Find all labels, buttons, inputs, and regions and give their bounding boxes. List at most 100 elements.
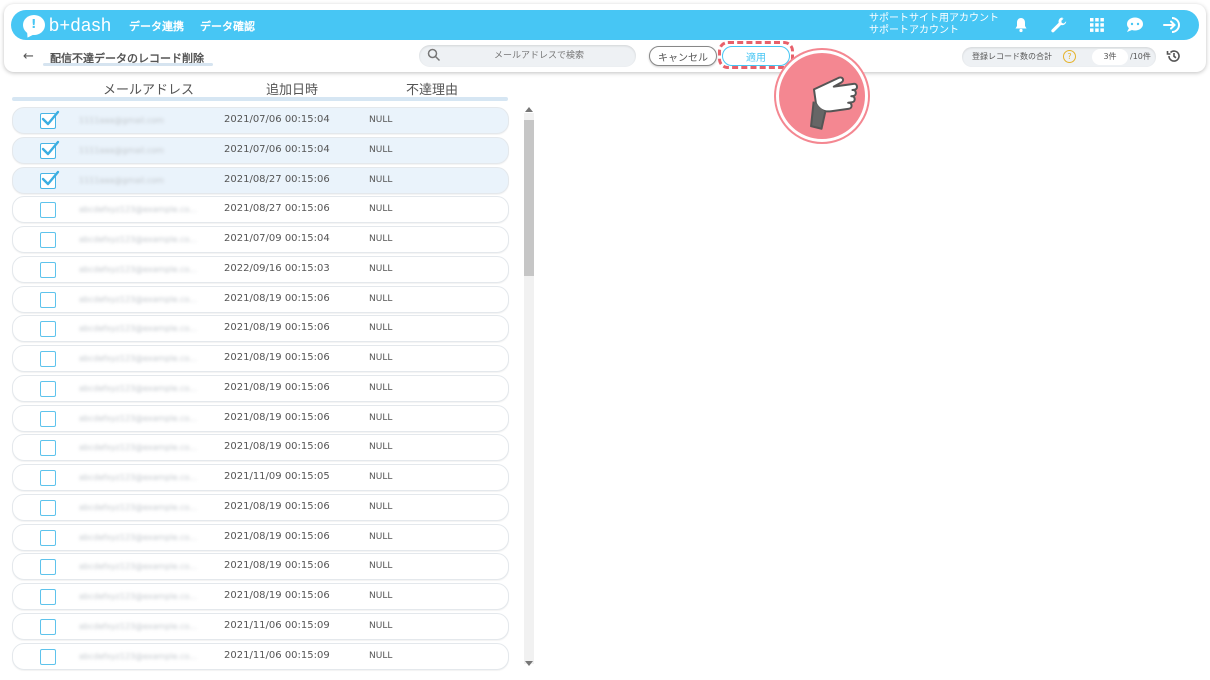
table-row[interactable]: abcdefxyz123@example.co... 2021/11/06 00:…: [12, 642, 509, 670]
selected-count: 3件: [1092, 49, 1128, 65]
table-row[interactable]: abcdefxyz123@example.co... 2021/08/19 00:…: [12, 434, 509, 462]
chat-icon[interactable]: [1125, 15, 1145, 35]
row-reason: NULL: [369, 591, 393, 601]
brand-name: b+dash: [49, 14, 112, 35]
scroll-thumb[interactable]: [524, 120, 534, 276]
cancel-button[interactable]: キャンセル: [649, 46, 717, 66]
table-row[interactable]: abcdefxyz123@example.co... 2022/09/16 00:…: [12, 255, 509, 283]
table-row[interactable]: 1111aaa@gmail.com 2021/07/06 00:15:04 NULL: [12, 136, 509, 164]
row-datetime: 2021/11/09 00:15:05: [224, 471, 330, 482]
checkmark-icon: [41, 140, 60, 155]
row-checkbox[interactable]: [40, 648, 56, 665]
row-email: abcdefxyz123@example.co...: [79, 443, 197, 453]
row-email: 1111aaa@gmail.com: [79, 175, 164, 185]
table-row[interactable]: abcdefxyz123@example.co... 2021/08/19 00:…: [12, 553, 509, 581]
grid-icon[interactable]: [1087, 15, 1107, 35]
table-row[interactable]: 1111aaa@gmail.com 2021/07/06 00:15:04 NULL: [12, 107, 509, 134]
scroll-down-arrow[interactable]: [525, 661, 533, 666]
table-row[interactable]: abcdefxyz123@example.co... 2021/11/06 00:…: [12, 612, 509, 640]
back-arrow-icon[interactable]: ←: [23, 49, 34, 64]
top-nav: データ連携 データ確認: [129, 18, 255, 34]
row-reason: NULL: [369, 442, 393, 453]
logout-icon[interactable]: [1163, 15, 1183, 35]
row-reason: NULL: [369, 412, 393, 423]
row-reason: NULL: [369, 293, 393, 304]
row-checkbox[interactable]: [40, 618, 56, 635]
row-datetime: 2021/08/19 00:15:06: [224, 590, 330, 601]
wrench-icon[interactable]: [1049, 15, 1069, 35]
page-title-underline: [43, 63, 213, 66]
row-checkbox[interactable]: [40, 380, 56, 397]
row-datetime: 2021/07/06 00:15:04: [224, 114, 330, 125]
table-row[interactable]: abcdefxyz123@example.co... 2021/08/19 00:…: [12, 493, 509, 521]
row-email: 1111aaa@gmail.com: [79, 145, 164, 155]
table-header-divider: [12, 97, 508, 101]
table-row[interactable]: abcdefxyz123@example.co... 2021/08/19 00:…: [12, 404, 509, 432]
row-datetime: 2021/08/27 00:15:06: [224, 203, 330, 215]
col-datetime-header[interactable]: 追加日時: [266, 79, 318, 98]
row-checkbox[interactable]: [40, 470, 56, 486]
row-checkbox[interactable]: [40, 529, 56, 546]
row-checkbox[interactable]: [40, 410, 56, 427]
row-datetime: 2021/11/06 00:15:09: [224, 619, 330, 631]
row-email: abcdefxyz123@example.co...: [79, 324, 197, 334]
row-email: abcdefxyz123@example.co...: [79, 532, 197, 542]
row-checkbox[interactable]: [40, 559, 56, 576]
row-datetime: 2021/08/19 00:15:06: [224, 411, 330, 423]
table-row[interactable]: abcdefxyz123@example.co... 2021/08/19 00:…: [12, 345, 509, 372]
checkmark-icon: [41, 170, 60, 185]
table-row[interactable]: abcdefxyz123@example.co... 2021/07/09 00:…: [12, 226, 509, 253]
row-datetime: 2021/08/19 00:15:06: [224, 352, 330, 363]
row-checkbox[interactable]: [40, 440, 56, 457]
row-reason: NULL: [369, 234, 393, 244]
table-body: 1111aaa@gmail.com 2021/07/06 00:15:04 NULL…: [12, 107, 509, 672]
row-email: abcdefxyz123@example.co...: [79, 651, 197, 661]
table-row[interactable]: abcdefxyz123@example.co... 2021/11/09 00:…: [12, 464, 509, 491]
row-reason: NULL: [369, 144, 393, 155]
table-row[interactable]: abcdefxyz123@example.co... 2021/08/19 00:…: [12, 285, 509, 313]
table-row[interactable]: abcdefxyz123@example.co... 2021/08/19 00:…: [12, 315, 509, 343]
row-checkbox[interactable]: [40, 291, 56, 308]
account-info[interactable]: サポートサイト用アカウント サポートアカウント: [869, 13, 999, 37]
account-line-2: サポートアカウント: [869, 25, 959, 36]
row-datetime: 2021/11/06 00:15:09: [224, 649, 330, 661]
col-email-header[interactable]: メールアドレス: [103, 79, 194, 98]
record-count-box: 登録レコード数の合計 ? 3件 /10件: [962, 47, 1156, 67]
col-reason-header[interactable]: 不達理由: [406, 79, 458, 98]
row-checkbox[interactable]: [40, 232, 56, 248]
row-checkbox[interactable]: [40, 261, 56, 278]
total-count: /10件: [1130, 52, 1151, 61]
row-reason: NULL: [369, 501, 393, 512]
row-checkbox[interactable]: [40, 202, 56, 219]
row-datetime: 2021/08/19 00:15:06: [224, 500, 330, 512]
row-email: abcdefxyz123@example.co...: [79, 473, 197, 482]
nav-data-integration[interactable]: データ連携: [129, 18, 184, 34]
row-reason: NULL: [369, 650, 393, 661]
row-datetime: 2021/07/06 00:15:04: [224, 143, 330, 155]
table-row[interactable]: abcdefxyz123@example.co... 2021/08/19 00:…: [12, 523, 509, 551]
row-checkbox[interactable]: [40, 351, 56, 367]
table-row[interactable]: abcdefxyz123@example.co... 2021/08/19 00:…: [12, 583, 509, 610]
history-icon[interactable]: [1166, 48, 1182, 64]
bell-icon[interactable]: [1011, 15, 1031, 35]
search-input[interactable]: [449, 48, 629, 64]
row-datetime: 2021/08/19 00:15:06: [224, 530, 330, 542]
brand-logo[interactable]: ! b+dash: [23, 14, 112, 36]
table-row[interactable]: abcdefxyz123@example.co... 2021/08/19 00:…: [12, 374, 509, 402]
row-checkbox[interactable]: [40, 170, 60, 189]
row-checkbox[interactable]: [40, 110, 60, 129]
row-datetime: 2021/07/09 00:15:04: [224, 233, 330, 244]
nav-data-check[interactable]: データ確認: [200, 18, 255, 34]
search-box[interactable]: [419, 45, 636, 67]
help-icon[interactable]: ?: [1063, 50, 1076, 63]
row-email: abcdefxyz123@example.co...: [79, 235, 197, 244]
row-checkbox[interactable]: [40, 321, 56, 338]
row-checkbox[interactable]: [40, 140, 60, 159]
scroll-up-arrow[interactable]: [525, 107, 533, 112]
table-row[interactable]: abcdefxyz123@example.co... 2021/08/27 00:…: [12, 196, 509, 224]
row-checkbox[interactable]: [40, 589, 56, 605]
table-row[interactable]: 1111aaa@gmail.com 2021/08/27 00:15:06 NULL: [12, 166, 509, 194]
scrollbar[interactable]: [523, 107, 535, 672]
row-email: abcdefxyz123@example.co...: [79, 502, 197, 512]
row-checkbox[interactable]: [40, 499, 56, 516]
